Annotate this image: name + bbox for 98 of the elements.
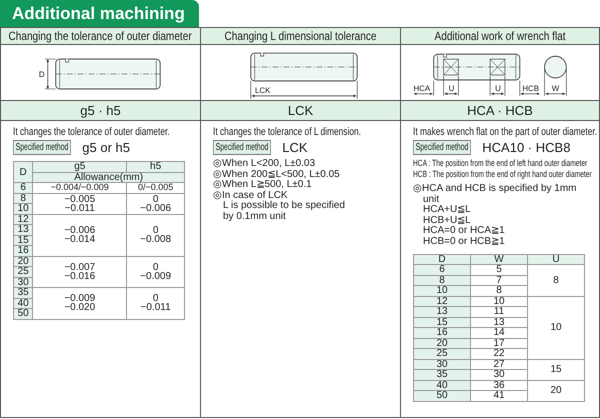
table-cell: 50 xyxy=(414,390,470,402)
column-heading: Changing L dimensional tolerance xyxy=(224,29,377,43)
dimension-label: W xyxy=(552,83,560,92)
method-value: HCA10 · HCB8 xyxy=(482,140,570,155)
method-badge: Specified method xyxy=(13,140,71,155)
option-code: g5 · h5 xyxy=(80,103,121,118)
table-cell: 6 xyxy=(14,182,33,193)
table-cell: 5 xyxy=(470,264,528,276)
tolerance-value: −0.009 xyxy=(140,272,172,281)
table-cell: 20 xyxy=(414,338,470,349)
column-heading: Changing the tolerance of outer diameter xyxy=(8,29,192,43)
note-text: ◎In case of LCK L is possible to be specified by 0.1mm unit xyxy=(213,190,345,223)
dimension-label: HCA xyxy=(413,83,430,92)
table-cell: 15 xyxy=(414,317,470,328)
note-text: ◎When L≧500, L±0.1 xyxy=(213,180,313,190)
tolerance-value: −0.006 xyxy=(140,204,172,212)
dimension-label: D xyxy=(38,69,45,78)
table-cell: 22 xyxy=(470,348,528,360)
definition-text: HCB : The position from the end of right hand outer diameter xyxy=(413,169,592,180)
dimension-label: U xyxy=(448,83,454,92)
table-cell: 10 xyxy=(528,296,584,360)
table-cell: 10 xyxy=(470,296,528,307)
table-cell: 41 xyxy=(470,390,528,402)
table-cell: 16 xyxy=(414,328,470,338)
dimension-label: U xyxy=(495,83,501,92)
note-text: ◎When 200≦L<500, L±0.05 xyxy=(213,170,341,180)
table-cell: 12 xyxy=(414,296,470,307)
tolerance-value: −0.020 xyxy=(64,303,96,312)
table-cell: 15 xyxy=(528,359,584,380)
table-cell: 12 xyxy=(14,214,33,224)
table-cell: 6 xyxy=(414,264,470,276)
table-header: Allowance(mm) xyxy=(32,172,184,182)
dimension-label: HCB xyxy=(522,83,540,92)
table-cell: 10 xyxy=(414,286,470,296)
table-cell: 16 xyxy=(14,246,33,256)
table-cell: 40 xyxy=(14,298,33,308)
tolerance-value: −0.006 xyxy=(64,226,96,235)
table-header: D xyxy=(14,162,33,182)
table-cell: 8 xyxy=(470,286,528,296)
table-cell: 13 xyxy=(414,306,470,318)
table-cell: 30 xyxy=(414,359,470,370)
table-cell: 30 xyxy=(14,277,33,288)
tolerance-value: −0.016 xyxy=(64,272,96,281)
section-title: Additional machining xyxy=(0,0,199,27)
method-badge: Specified method xyxy=(213,140,271,155)
tolerance-value: −0.009 xyxy=(64,294,96,304)
table-header: D xyxy=(414,254,470,265)
tolerance-value: 0 xyxy=(152,194,158,204)
table-cell: 8 xyxy=(528,264,584,296)
tolerance-value: 0 xyxy=(152,294,158,304)
option-code: HCA · HCB xyxy=(467,103,533,118)
tolerance-value: −0.011 xyxy=(140,303,171,312)
table-cell: 10 xyxy=(14,204,33,214)
table-cell: 36 xyxy=(470,380,528,391)
table-cell: 20 xyxy=(14,256,33,266)
table-cell: 50 xyxy=(14,308,33,319)
table-cell: 13 xyxy=(470,317,528,328)
table-header: U xyxy=(528,254,584,265)
table-cell: 25 xyxy=(414,348,470,360)
table-header: g5 xyxy=(32,162,127,172)
tolerance-value: 0 xyxy=(152,262,158,272)
table-cell: 15 xyxy=(14,235,33,246)
table-cell: 20 xyxy=(528,380,584,402)
table-cell: 17 xyxy=(470,338,528,349)
dimension-label: LCK xyxy=(254,85,270,94)
table-cell: 30 xyxy=(470,370,528,380)
tolerance-value: −0.007 xyxy=(64,262,96,272)
description-text: It changes the tolerance of outer diameter. xyxy=(13,126,170,138)
tolerance-value: 0 xyxy=(152,226,158,235)
option-code: LCK xyxy=(288,103,314,118)
tolerance-value: −0.005 xyxy=(64,194,96,204)
table-cell: 11 xyxy=(470,306,528,318)
table-cell: 35 xyxy=(14,288,33,298)
method-badge: Specified method xyxy=(413,140,471,155)
table-cell: 13 xyxy=(14,224,33,235)
table-header: h5 xyxy=(126,162,184,172)
note-text: ◎When L<200, L±0.03 xyxy=(213,159,316,170)
tolerance-value: −0.011 xyxy=(64,204,95,212)
table-cell: 27 xyxy=(470,359,528,370)
table-cell: 8 xyxy=(414,275,470,286)
description-text: It makes wrench flat on the part of outer diameter. xyxy=(413,126,598,138)
tolerance-value: −0.008 xyxy=(140,235,172,244)
table-header: W xyxy=(470,254,528,265)
table-cell: 8 xyxy=(14,193,33,204)
definition-text: HCA : The position from the end of left hand outer diameter xyxy=(413,158,588,169)
table-cell: 25 xyxy=(14,266,33,277)
method-value: g5 or h5 xyxy=(82,140,130,155)
table-cell: 7 xyxy=(470,275,528,286)
table-cell: 14 xyxy=(470,328,528,338)
table-cell: 40 xyxy=(414,380,470,391)
tolerance-value: 0/−0.005 xyxy=(138,183,174,192)
tolerance-value: −0.004/−0.009 xyxy=(50,183,109,192)
tolerance-value: −0.014 xyxy=(64,235,96,244)
table-cell: 35 xyxy=(414,370,470,380)
method-value: LCK xyxy=(282,140,308,155)
note-text: ◎HCA and HCB is specified by 1mm unit HCA+U≦L HCB+U≦L HCA=0 or HCA≧1 HCB=0 or HCB≧1 xyxy=(413,184,578,248)
description-text: It changes the tolerance of L dimension. xyxy=(213,126,361,138)
column-heading: Additional work of wrench flat xyxy=(434,29,566,43)
